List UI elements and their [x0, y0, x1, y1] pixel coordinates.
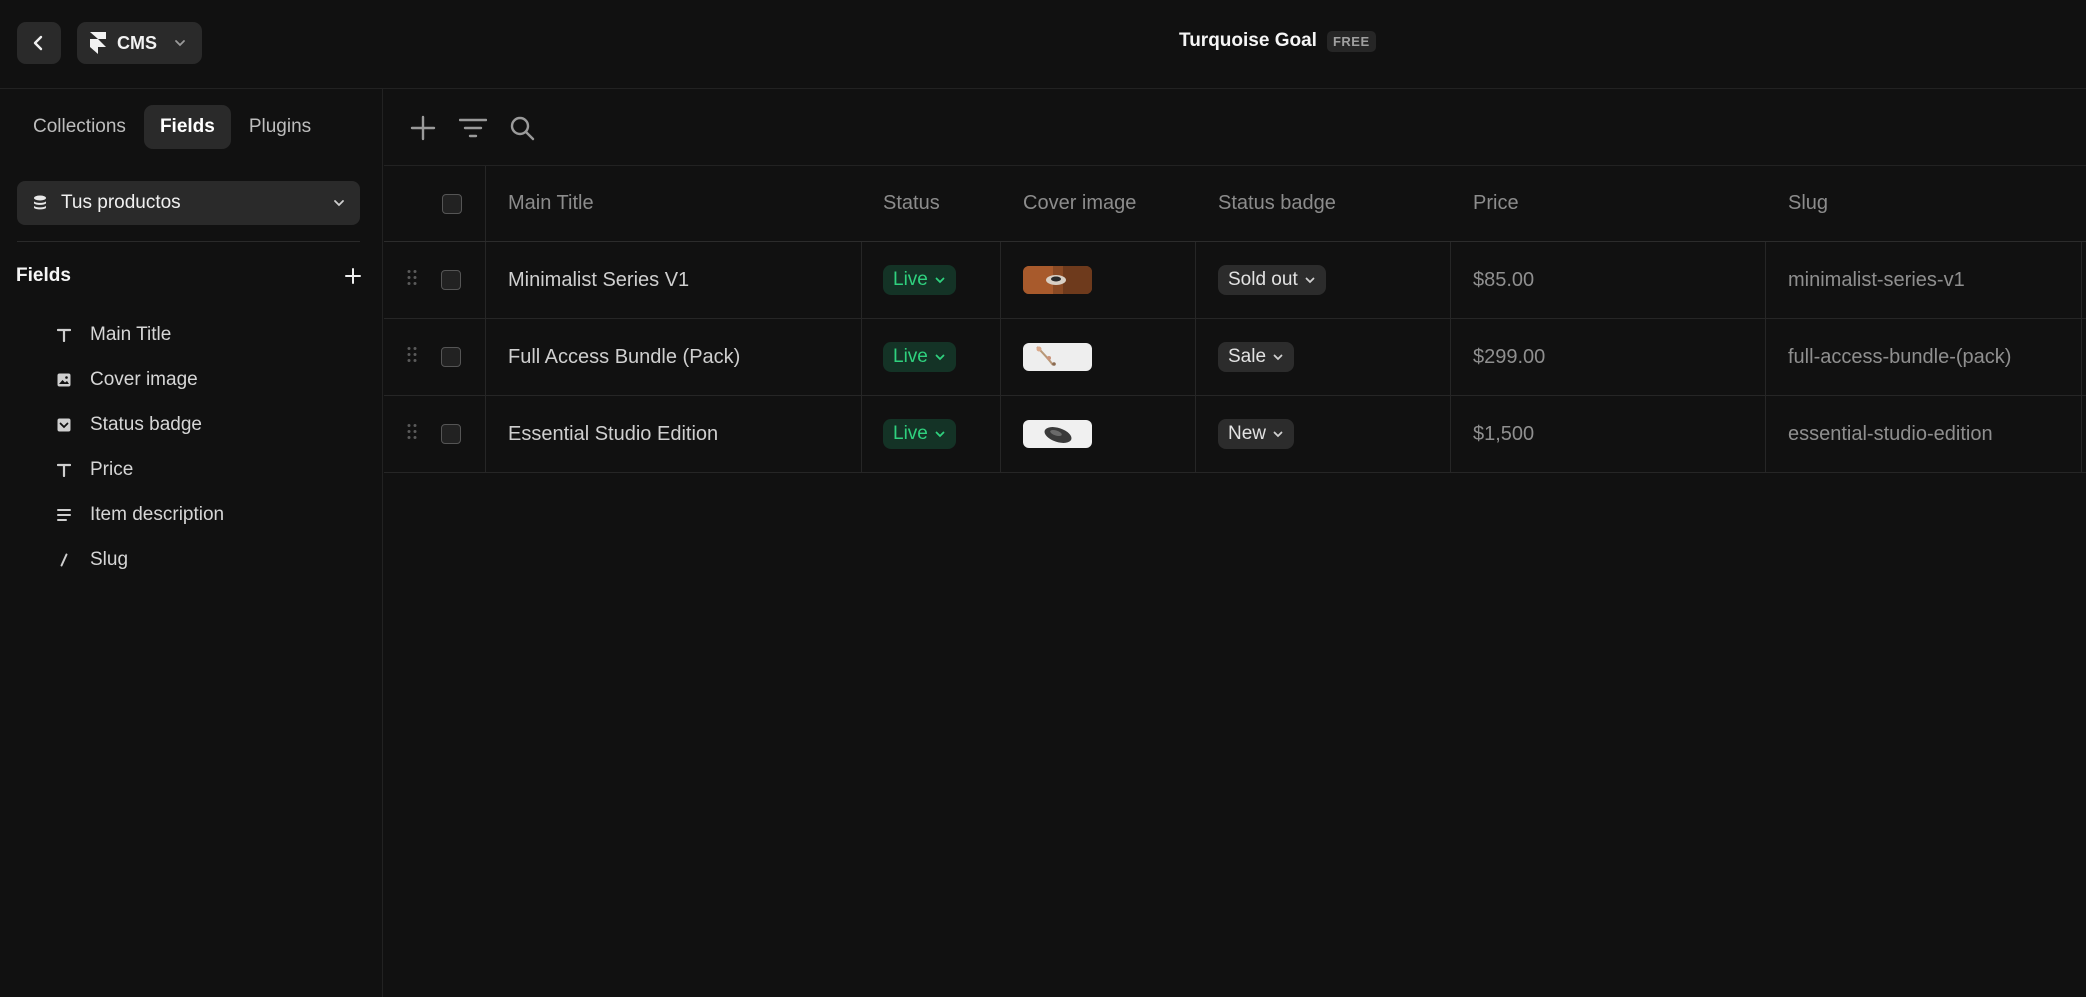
field-item-status-badge[interactable]: Status badge [54, 402, 224, 447]
column-header-status[interactable]: Status [883, 166, 940, 241]
row-checkbox-cell [441, 242, 461, 318]
row-checkbox-cell [441, 319, 461, 395]
column-header-slug[interactable]: Slug [1788, 166, 1828, 241]
back-button[interactable] [17, 22, 61, 64]
column-header-status-badge[interactable]: Status badge [1218, 166, 1336, 241]
drag-handle-icon[interactable] [406, 346, 418, 369]
project-title[interactable]: Turquoise Goal FREE [1179, 30, 1376, 52]
row-checkbox[interactable] [441, 424, 461, 444]
cell-status-badge[interactable]: Sold out [1218, 242, 1326, 318]
table-toolbar [384, 89, 2086, 166]
row-checkbox[interactable] [441, 270, 461, 290]
search-button[interactable] [507, 113, 537, 143]
cover-image-thumbnail[interactable] [1023, 420, 1092, 448]
fields-title: Fields [16, 265, 71, 286]
cms-menu-button[interactable]: CMS [77, 22, 202, 64]
cell-cover-image[interactable] [1023, 396, 1092, 472]
cell-price[interactable]: $85.00 [1473, 242, 1534, 318]
sidebar-divider [17, 241, 360, 242]
status-live-pill[interactable]: Live [883, 265, 956, 295]
cell-status-badge[interactable]: New [1218, 396, 1295, 472]
chevron-down-icon [1305, 277, 1315, 284]
cover-image-thumbnail[interactable] [1023, 266, 1092, 294]
chevron-down-icon [1273, 354, 1283, 361]
table-header-row: Main Title Status Cover image Status bad… [384, 166, 2086, 242]
cell-status[interactable]: Live [883, 242, 956, 318]
rich-text-icon [54, 508, 74, 522]
chevron-down-icon [334, 200, 344, 207]
cell-slug[interactable]: full-access-bundle-(pack) [1788, 319, 2011, 395]
status-badge-pill[interactable]: Sale [1218, 342, 1295, 372]
cell-main-title[interactable]: Full Access Bundle (Pack) [508, 319, 740, 395]
filter-button[interactable] [458, 113, 488, 143]
row-checkbox-cell [441, 396, 461, 472]
text-type-icon [54, 463, 74, 477]
field-item-price[interactable]: Price [54, 447, 224, 492]
cell-main-title[interactable]: Minimalist Series V1 [508, 242, 689, 318]
cell-price[interactable]: $1,500 [1473, 396, 1534, 472]
status-live-pill[interactable]: Live [883, 342, 956, 372]
image-icon [54, 373, 74, 387]
field-item-main-title[interactable]: Main Title [54, 312, 224, 357]
top-bar: CMS Turquoise Goal FREE [0, 0, 2086, 89]
project-name: Turquoise Goal [1179, 30, 1317, 51]
add-item-button[interactable] [408, 113, 438, 143]
slash-icon [54, 553, 74, 567]
fields-header: Fields [16, 265, 362, 287]
column-header-cover-image[interactable]: Cover image [1023, 166, 1136, 241]
row-checkbox[interactable] [441, 347, 461, 367]
column-header-price[interactable]: Price [1473, 166, 1519, 241]
tab-fields[interactable]: Fields [143, 105, 231, 149]
field-item-slug[interactable]: Slug [54, 537, 224, 582]
plus-icon [410, 115, 436, 141]
collection-select[interactable]: Tus productos [17, 181, 360, 225]
items-table: Main Title Status Cover image Status bad… [384, 166, 2086, 473]
option-check-icon [54, 418, 74, 432]
cell-slug[interactable]: essential-studio-edition [1788, 396, 1993, 472]
cell-cover-image[interactable] [1023, 242, 1092, 318]
field-list: Main Title Cover image Status badge Pric… [54, 312, 224, 582]
select-all-checkbox[interactable] [442, 193, 462, 214]
cell-slug[interactable]: minimalist-series-v1 [1788, 242, 1965, 318]
chevron-down-icon [935, 277, 945, 284]
cell-price[interactable]: $299.00 [1473, 319, 1545, 395]
select-all-checkbox-cell [442, 166, 462, 241]
status-badge-pill[interactable]: Sold out [1218, 265, 1326, 295]
tab-collections[interactable]: Collections [17, 105, 142, 149]
cms-label: CMS [117, 32, 157, 53]
text-type-icon [54, 328, 74, 342]
field-item-cover-image[interactable]: Cover image [54, 357, 224, 402]
chevron-left-icon [33, 35, 43, 51]
plan-badge: FREE [1326, 30, 1376, 52]
field-item-item-description[interactable]: Item description [54, 492, 224, 537]
framer-logo-icon [90, 32, 106, 54]
status-badge-pill[interactable]: New [1218, 419, 1295, 449]
chevron-down-icon [935, 354, 945, 361]
cell-status-badge[interactable]: Sale [1218, 319, 1295, 395]
chevron-down-icon [935, 431, 945, 438]
table-row[interactable]: Minimalist Series V1 Live Sold out $85.0… [384, 242, 2086, 319]
search-icon [510, 116, 535, 141]
status-live-pill[interactable]: Live [883, 419, 956, 449]
chevron-down-icon [175, 40, 185, 47]
add-field-icon[interactable] [344, 267, 362, 285]
chevron-down-icon [1273, 431, 1283, 438]
sidebar: Collections Fields Plugins Tus productos… [0, 89, 383, 997]
cover-image-thumbnail[interactable] [1023, 343, 1092, 371]
cell-status[interactable]: Live [883, 319, 956, 395]
tab-plugins[interactable]: Plugins [233, 105, 327, 149]
database-icon [34, 195, 46, 210]
column-header-main-title[interactable]: Main Title [508, 166, 594, 241]
filter-icon [459, 118, 487, 138]
drag-handle-icon[interactable] [406, 423, 418, 446]
cell-main-title[interactable]: Essential Studio Edition [508, 396, 718, 472]
table-row[interactable]: Full Access Bundle (Pack) Live Sale $299… [384, 319, 2086, 396]
table-row[interactable]: Essential Studio Edition Live New $1,500… [384, 396, 2086, 473]
cell-cover-image[interactable] [1023, 319, 1092, 395]
collection-name: Tus productos [61, 192, 181, 213]
drag-handle-icon[interactable] [406, 269, 418, 292]
sidebar-tabs: Collections Fields Plugins [17, 105, 327, 149]
cell-status[interactable]: Live [883, 396, 956, 472]
